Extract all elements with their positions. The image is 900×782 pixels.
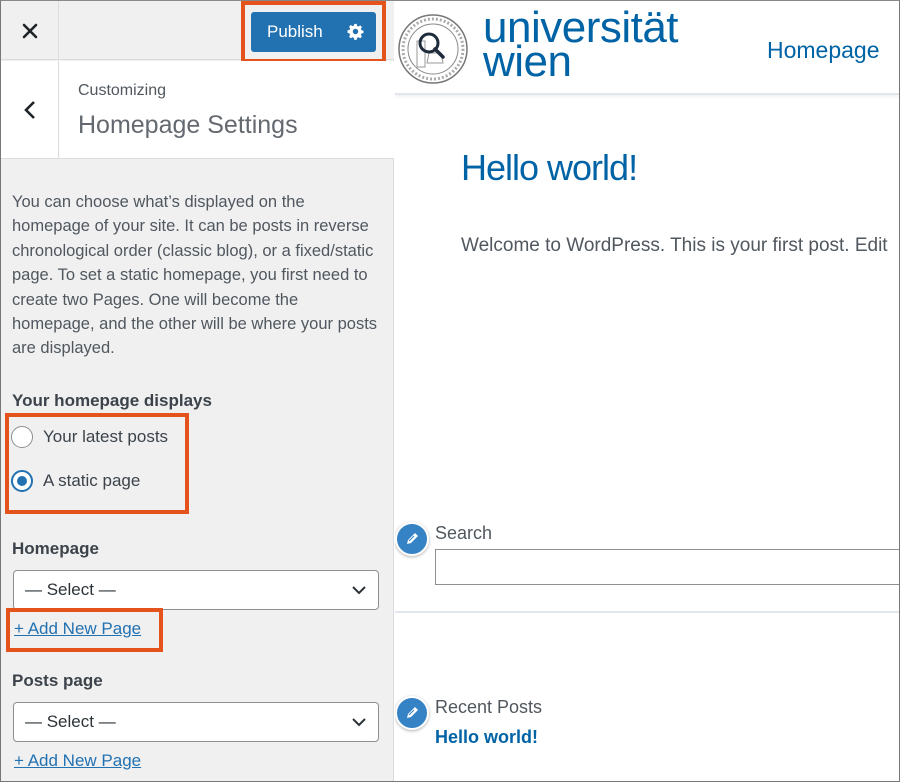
posts-page-select-value: — Select — (25, 712, 116, 731)
section-description: You can choose what’s displayed on the h… (12, 193, 378, 358)
site-preview: universität wien Homepage Hello world! W… (395, 1, 899, 781)
publish-label: Publish (267, 22, 323, 41)
page-title: Homepage Settings (78, 111, 298, 139)
search-input[interactable] (435, 549, 899, 585)
edit-recent-posts-widget-button[interactable] (395, 696, 429, 730)
edit-search-widget-button[interactable] (395, 522, 429, 556)
pencil-icon (407, 707, 418, 718)
widget-divider (395, 611, 899, 613)
add-new-posts-page-link[interactable]: + Add New Page (14, 751, 141, 771)
pencil-icon (407, 533, 418, 544)
homepage-select[interactable]: — Select — (13, 570, 379, 610)
publish-highlight: Publish (241, 1, 386, 63)
customizer-sidebar: Publish Customizing Homepage Settings Yo… (1, 1, 394, 781)
homepage-select-value: — Select — (25, 580, 116, 599)
add-new-homepage-link[interactable]: + Add New Page (14, 619, 141, 639)
site-header: universität wien Homepage (395, 1, 899, 95)
posts-page-label: Posts page (12, 671, 103, 690)
homepage-displays-label: Your homepage displays (12, 391, 212, 410)
back-button[interactable] (1, 61, 59, 158)
nav-item-homepage[interactable]: Homepage (767, 37, 880, 64)
chevron-down-icon (352, 586, 366, 595)
close-button[interactable] (1, 1, 59, 60)
post-title[interactable]: Hello world! (461, 147, 638, 189)
radio-label: A static page (43, 471, 141, 490)
chevron-left-icon (23, 100, 35, 119)
university-seal-logo[interactable] (397, 13, 469, 85)
recent-post-link[interactable]: Hello world! (435, 727, 538, 748)
radio-button[interactable] (11, 426, 33, 448)
radio-static-page[interactable]: A static page (11, 470, 140, 492)
radio-latest-posts[interactable]: Your latest posts (11, 426, 168, 448)
radio-button-checked[interactable] (11, 470, 33, 492)
gear-icon[interactable] (347, 23, 364, 40)
section-header: Customizing Homepage Settings (1, 61, 394, 159)
posts-page-select[interactable]: — Select — (13, 702, 379, 742)
search-widget-title: Search (435, 523, 493, 543)
chevron-down-icon (352, 718, 366, 727)
homepage-label: Homepage (12, 539, 99, 558)
publish-button[interactable]: Publish (251, 12, 376, 52)
radio-label: Your latest posts (43, 427, 169, 446)
university-logo-text[interactable]: universität wien (483, 6, 679, 84)
post-excerpt: Welcome to WordPress. This is your first… (461, 235, 888, 256)
customizer-topbar: Publish (1, 1, 394, 63)
close-icon (22, 23, 37, 38)
recent-posts-widget-title: Recent Posts (435, 697, 543, 717)
breadcrumb: Customizing (78, 82, 167, 99)
